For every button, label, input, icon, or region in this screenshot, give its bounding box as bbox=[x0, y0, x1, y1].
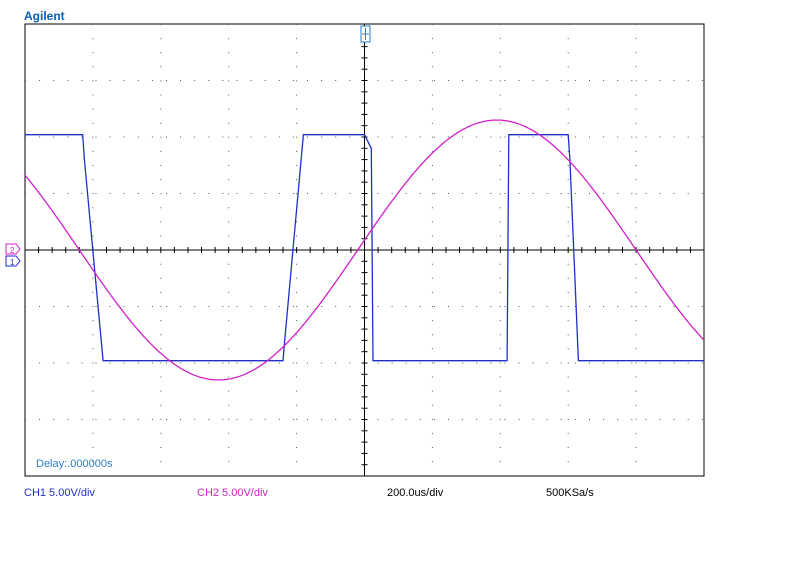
timebase-label: 200.0us/div bbox=[387, 487, 444, 499]
channel-markers[interactable]: 2 1 bbox=[5, 25, 371, 267]
oscilloscope-display: 2 1 bbox=[5, 23, 705, 477]
sample-rate-label: 500KSa/s bbox=[546, 487, 594, 499]
ch1-scale-label: CH1 5.00V/div bbox=[24, 487, 95, 499]
svg-text:1: 1 bbox=[10, 258, 15, 267]
ch2-scale-label: CH2 5.00V/div bbox=[197, 487, 268, 499]
graticule bbox=[24, 23, 705, 477]
trigger-marker-icon[interactable] bbox=[360, 25, 371, 43]
ch2-ground-marker-icon[interactable]: 2 bbox=[5, 243, 21, 255]
delay-readout: Delay:.000000s bbox=[36, 458, 113, 470]
ch1-ground-marker-icon[interactable]: 1 bbox=[5, 255, 21, 267]
svg-text:2: 2 bbox=[10, 246, 15, 255]
